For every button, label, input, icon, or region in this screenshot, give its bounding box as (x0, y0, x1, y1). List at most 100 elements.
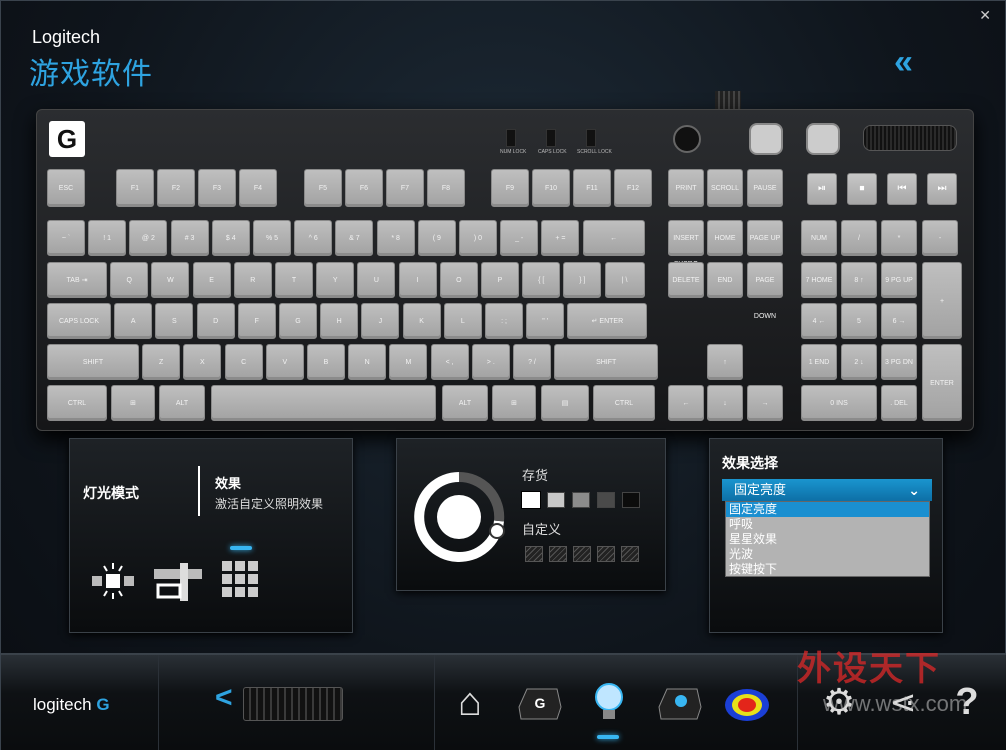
media-key[interactable]: ⏭ (927, 173, 957, 205)
keyboard-key[interactable]: > . (471, 344, 510, 380)
keyboard-key[interactable]: 8 ↑ (841, 262, 877, 298)
keyboard-key[interactable]: F4 (239, 169, 277, 207)
keyboard-key[interactable]: I (398, 262, 437, 298)
keyboard-key[interactable]: " ' (526, 303, 565, 339)
gkey-blue-icon[interactable] (653, 677, 705, 727)
heatmap-icon[interactable] (721, 677, 773, 727)
g-key-icon[interactable]: G (513, 677, 565, 727)
keyboard-key[interactable]: ⊞ (492, 385, 536, 421)
volume-roller[interactable] (863, 125, 957, 151)
keyboard-key[interactable]: & 7 (335, 220, 374, 256)
dropdown-option[interactable]: 星星效果 (726, 532, 929, 547)
keyboard-key[interactable]: | \ (604, 262, 645, 298)
game-mode-button[interactable] (673, 125, 701, 153)
keyboard-key[interactable]: K (402, 303, 441, 339)
keyboard-key[interactable]: 6 → (881, 303, 917, 339)
keyboard-key[interactable]: - (922, 220, 958, 256)
keyboard-key[interactable]: _ - (500, 220, 539, 256)
keyboard-key[interactable]: ? / (513, 344, 551, 380)
custom-swatch-empty[interactable] (597, 546, 615, 562)
media-key[interactable]: ⏹ (847, 173, 877, 205)
custom-swatch-empty[interactable] (525, 546, 543, 562)
keyboard-key[interactable]: DELETE (668, 262, 704, 298)
brightness-dial[interactable] (411, 469, 507, 565)
keyboard-key[interactable]: B (307, 344, 345, 380)
keyboard-key[interactable]: E (192, 262, 231, 298)
keyboard-key[interactable]: F9 (491, 169, 529, 207)
keyboard-key[interactable]: < , (430, 344, 469, 380)
spacebar[interactable] (211, 385, 436, 421)
keyboard-key[interactable]: PAGE DOWN (747, 262, 783, 320)
keyboard-key[interactable]: ⊞ (111, 385, 155, 421)
keyboard-key[interactable]: / (841, 220, 877, 256)
keyboard-key[interactable]: 5 (841, 303, 877, 339)
color-swatch[interactable] (547, 492, 565, 508)
keyboard-key[interactable]: CTRL (47, 385, 107, 421)
keyboard-key[interactable]: PRINT SCRN SYSRQ (668, 169, 704, 268)
keyboard-key[interactable]: $ 4 (211, 220, 250, 256)
keyboard-key[interactable]: M (389, 344, 428, 380)
keyboard-key[interactable]: J (361, 303, 400, 339)
keyboard-key[interactable]: @ 2 (129, 220, 168, 256)
keyboard-key[interactable]: X (183, 344, 222, 380)
keyboard-key[interactable]: F3 (198, 169, 236, 207)
keyboard-key[interactable]: PAGE UP (747, 220, 783, 256)
keyboard-key[interactable]: # 3 (170, 220, 209, 256)
media-key[interactable]: ⏮ (887, 173, 917, 205)
keyboard-key[interactable]: TAB ⇥ (47, 262, 107, 298)
keyboard-key[interactable]: N (348, 344, 387, 380)
keyboard-key[interactable]: ▤ (541, 385, 589, 421)
keyboard-key[interactable]: 9 PG UP (881, 262, 917, 298)
keyboard-key[interactable]: ← (668, 385, 704, 421)
close-button[interactable]: ✕ (979, 7, 991, 24)
color-swatch[interactable] (572, 492, 590, 508)
keyboard-key[interactable]: ^ 6 (294, 220, 333, 256)
keyboard-key[interactable]: ← (582, 220, 645, 256)
keyboard-key[interactable]: Q (110, 262, 149, 298)
home-icon[interactable]: ⌂ (444, 677, 496, 727)
keyboard-key[interactable]: NUM LOCK (801, 220, 837, 278)
keyboard-key[interactable]: F2 (157, 169, 195, 207)
keyboard-key[interactable]: ALT (159, 385, 205, 421)
keyboard-key[interactable]: ↑ (707, 344, 743, 380)
keyboard-key[interactable]: 2 ↓ (841, 344, 877, 380)
custom-swatch-empty[interactable] (549, 546, 567, 562)
custom-swatch-empty[interactable] (621, 546, 639, 562)
custom-swatch-empty[interactable] (573, 546, 591, 562)
keyboard-key[interactable]: + (922, 262, 962, 339)
brightness-button[interactable] (749, 123, 783, 155)
keyboard-key[interactable]: 7 HOME (801, 262, 837, 298)
keyboard-key[interactable]: CTRL (593, 385, 655, 421)
keyboard-key[interactable]: F6 (345, 169, 383, 207)
keyboard-key[interactable]: % 5 (253, 220, 291, 256)
keyboard-key[interactable]: ENTER (922, 344, 962, 421)
keyboard-key[interactable]: ESC (47, 169, 85, 207)
keyboard-key[interactable]: Z (142, 344, 181, 380)
keyboard-key[interactable]: F1 (116, 169, 154, 207)
keyboard-key[interactable]: 1 END (801, 344, 837, 380)
keyboard-key[interactable]: . DEL (881, 385, 917, 421)
keyboard-key[interactable]: F12 (614, 169, 652, 207)
keyboard-key[interactable]: S (155, 303, 194, 339)
keyboard-key[interactable]: ALT (442, 385, 488, 421)
prev-device-button[interactable]: < (215, 681, 233, 715)
keyboard-key[interactable]: O (439, 262, 478, 298)
keyboard-key[interactable]: INSERT (668, 220, 704, 256)
keyboard-key[interactable]: + = (541, 220, 580, 256)
keyboard-key[interactable]: ) 0 (459, 220, 497, 256)
keyboard-key[interactable]: ↓ (707, 385, 743, 421)
keyboard-key[interactable]: } ] (563, 262, 602, 298)
keyboard-key[interactable]: F (237, 303, 276, 339)
color-swatch[interactable] (622, 492, 640, 508)
keyboard-key[interactable]: ↵ ENTER (567, 303, 648, 339)
keyboard-key[interactable]: Y (316, 262, 355, 298)
keyboard-key[interactable]: C (224, 344, 263, 380)
keyboard-key[interactable]: : ; (485, 303, 523, 339)
keyboard-key[interactable]: 0 INS (801, 385, 877, 421)
lighting-icon[interactable] (583, 677, 635, 727)
collapse-button[interactable]: « (894, 43, 913, 82)
keyboard-key[interactable]: HOME (707, 220, 743, 256)
mute-button[interactable] (806, 123, 840, 155)
keyboard-key[interactable]: P (481, 262, 519, 298)
keyboard-key[interactable]: V (265, 344, 304, 380)
